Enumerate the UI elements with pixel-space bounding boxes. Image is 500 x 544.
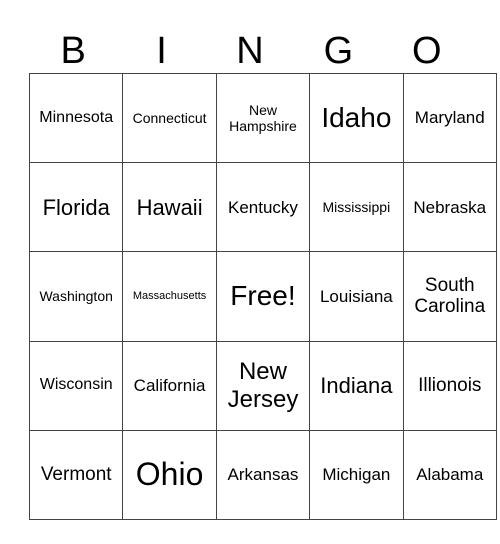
header-letter-i: I — [156, 30, 167, 72]
bingo-cell[interactable]: Kentucky — [215, 162, 311, 253]
free-space-cell[interactable]: Free! — [215, 251, 311, 342]
bingo-cell[interactable]: Louisiana — [309, 251, 404, 342]
bingo-grid: Minnesota Connecticut New Hampshire Idah… — [28, 72, 497, 520]
bingo-cell[interactable]: Illionois — [402, 340, 497, 431]
grid-row: Wisconsin California New Jersey Indiana … — [28, 340, 497, 431]
bingo-cell[interactable]: Indiana — [309, 340, 404, 431]
bingo-cell[interactable]: California — [122, 340, 217, 431]
bingo-cell[interactable]: Hawaii — [122, 162, 217, 253]
bingo-cell[interactable]: New Hampshire — [215, 72, 311, 164]
bingo-cell[interactable]: Idaho — [309, 72, 404, 164]
header-letter-g: G — [323, 30, 354, 72]
bingo-cell[interactable]: Arkansas — [215, 429, 311, 520]
bingo-cell[interactable]: Florida — [28, 162, 124, 253]
bingo-cell[interactable]: Nebraska — [402, 162, 497, 253]
header-letter-o: O — [411, 30, 442, 72]
header-letter-b: B — [60, 30, 86, 72]
grid-row: Vermont Ohio Arkansas Michigan Alabama — [28, 429, 497, 520]
bingo-cell[interactable]: Massachusetts — [122, 251, 217, 342]
header-letter-n: N — [236, 30, 264, 72]
bingo-cell[interactable]: New Jersey — [215, 340, 311, 431]
bingo-cell[interactable]: Minnesota — [28, 72, 124, 164]
bingo-cell[interactable]: Connecticut — [122, 72, 217, 164]
bingo-cell[interactable]: Ohio — [122, 429, 217, 520]
bingo-cell[interactable]: Maryland — [402, 72, 497, 164]
bingo-cell[interactable]: Mississippi — [309, 162, 404, 253]
grid-row: Florida Hawaii Kentucky Mississippi Nebr… — [28, 162, 497, 253]
bingo-cell[interactable]: Washington — [28, 251, 124, 342]
bingo-cell[interactable]: Wisconsin — [28, 340, 124, 431]
grid-row: Minnesota Connecticut New Hampshire Idah… — [28, 72, 497, 164]
bingo-header: B I N G O — [29, 28, 471, 74]
grid-row: Washington Massachusetts Free! Louisiana… — [28, 251, 497, 342]
bingo-cell[interactable]: Vermont — [28, 429, 124, 520]
bingo-cell[interactable]: South Carolina — [402, 251, 497, 342]
bingo-cell[interactable]: Alabama — [402, 429, 497, 520]
bingo-cell[interactable]: Michigan — [309, 429, 404, 520]
